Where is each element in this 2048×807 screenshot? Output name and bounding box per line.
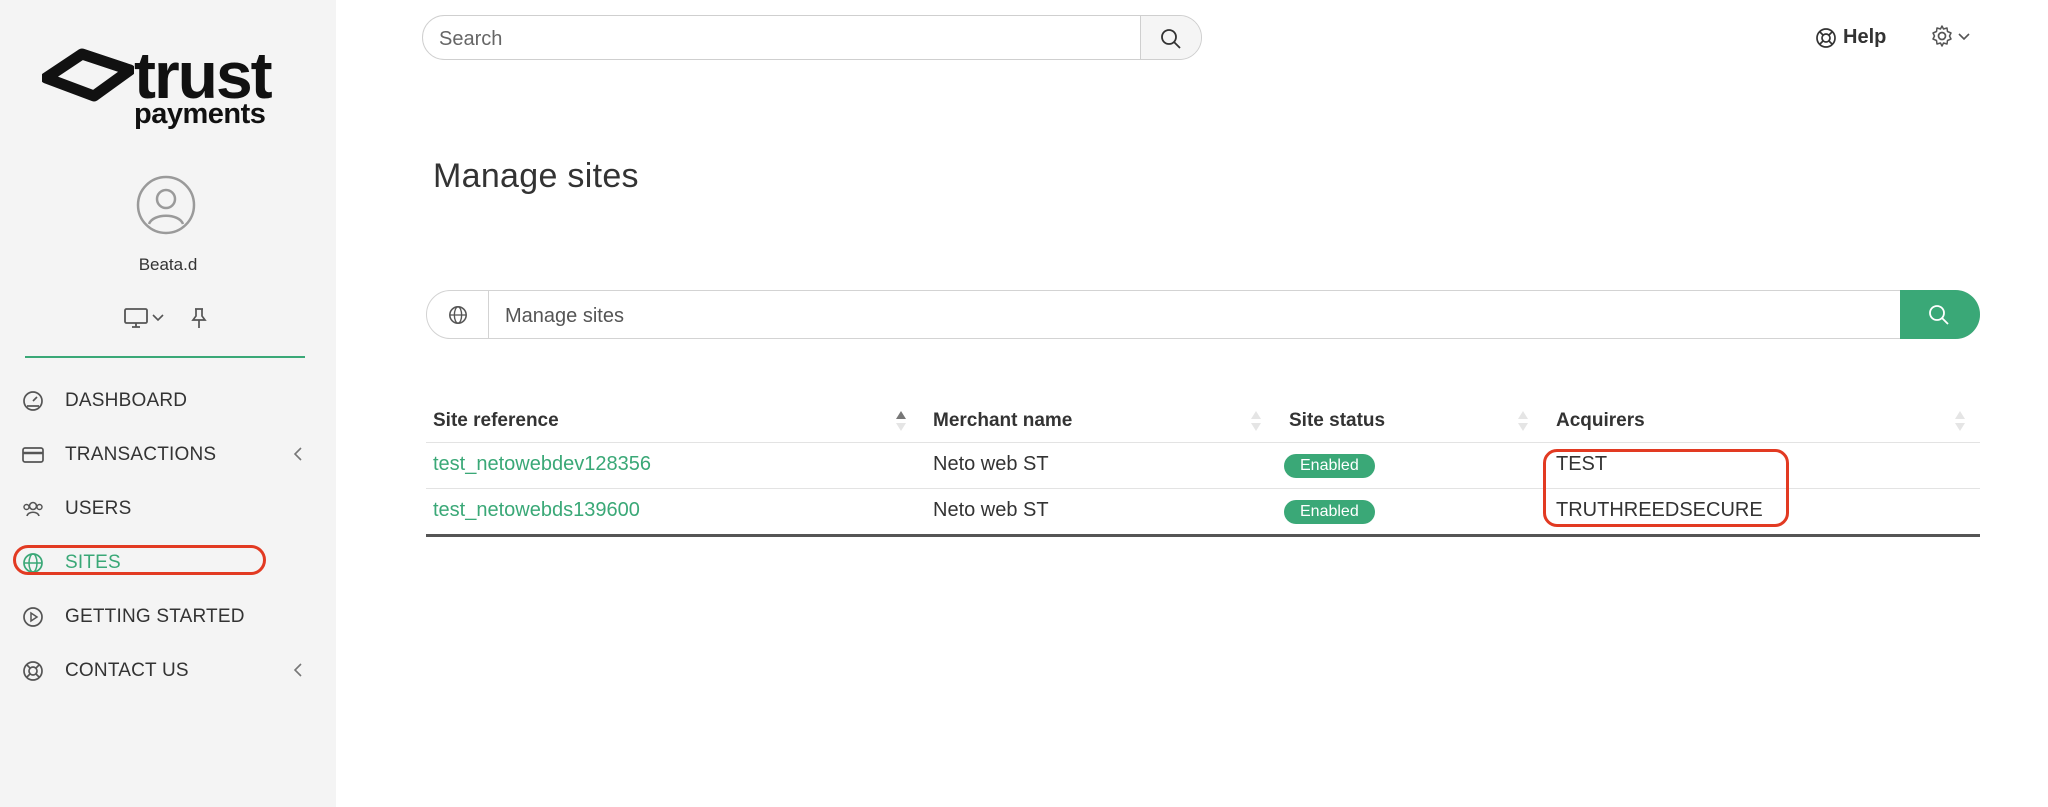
- brand-sub: payments: [134, 98, 266, 130]
- sidebar-item-label: GETTING STARTED: [65, 606, 245, 627]
- gauge-icon: [23, 391, 43, 411]
- sidebar-item-label: TRANSACTIONS: [65, 444, 217, 465]
- column-header-site-reference[interactable]: Site reference: [433, 410, 559, 432]
- status-badge: Enabled: [1284, 454, 1375, 478]
- sidebar-item-getting-started[interactable]: GETTING STARTED: [0, 596, 336, 636]
- sites-filter: [426, 290, 1980, 339]
- globe-button[interactable]: [427, 291, 489, 338]
- search-icon: [1161, 29, 1181, 49]
- sidebar-item-contact-us[interactable]: CONTACT US: [0, 650, 336, 690]
- logo-mark-icon: [42, 48, 134, 102]
- column-header-merchant-name[interactable]: Merchant name: [933, 410, 1072, 432]
- chevron-left-icon[interactable]: [293, 663, 303, 677]
- trust-payments-logo[interactable]: trust payments: [42, 42, 292, 132]
- pin-icon[interactable]: [190, 307, 208, 329]
- user-name: Beata.d: [138, 255, 198, 274]
- sites-highlight-annotation: [13, 545, 266, 575]
- table-header: Site reference Merchant name Site status…: [426, 400, 1980, 443]
- sidebar-item-users[interactable]: USERS: [0, 488, 336, 528]
- sidebar-item-label: CONTACT US: [65, 660, 189, 681]
- status-badge: Enabled: [1284, 500, 1375, 524]
- sidebar-item-transactions[interactable]: TRANSACTIONS: [0, 434, 336, 474]
- help-label: Help: [1843, 26, 1887, 48]
- column-header-site-status[interactable]: Site status: [1289, 410, 1385, 432]
- sites-search-button[interactable]: [1900, 290, 1980, 339]
- sidebar-item-label: DASHBOARD: [65, 390, 188, 411]
- gear-icon: [1932, 25, 1952, 47]
- chevron-down-icon: [1958, 33, 1970, 41]
- page-title: Manage sites: [433, 157, 639, 195]
- monitor-icon[interactable]: [124, 307, 150, 329]
- sort-icon[interactable]: [1953, 408, 1967, 434]
- site-reference-link[interactable]: test_netowebdev128356: [433, 453, 651, 476]
- chevron-down-icon[interactable]: [152, 313, 164, 323]
- site-reference-link[interactable]: test_netowebds139600: [433, 499, 640, 522]
- globe-icon: [449, 306, 467, 324]
- merchant-name: Neto web ST: [933, 453, 1049, 475]
- sort-icon[interactable]: [1516, 408, 1530, 434]
- acquirers-highlight-annotation: [1543, 449, 1789, 527]
- sort-icon[interactable]: [1249, 408, 1263, 434]
- sort-ascending-icon[interactable]: [894, 408, 908, 434]
- sidebar-item-label: USERS: [65, 498, 132, 519]
- lifebuoy-icon: [1816, 28, 1836, 48]
- search-input[interactable]: [437, 24, 1121, 54]
- merchant-name: Neto web ST: [933, 499, 1049, 521]
- sidebar-divider: [25, 356, 305, 358]
- sidebar-item-dashboard[interactable]: DASHBOARD: [0, 380, 336, 420]
- column-header-acquirers[interactable]: Acquirers: [1556, 410, 1645, 432]
- user-avatar-icon[interactable]: [136, 175, 196, 235]
- global-search: [422, 15, 1202, 60]
- search-icon: [1929, 305, 1949, 325]
- play-circle-icon: [23, 607, 43, 627]
- credit-card-icon: [22, 447, 44, 463]
- users-icon: [23, 501, 43, 517]
- sidebar: trust payments Beata.d DASHBOARD TRANSAC…: [0, 0, 336, 807]
- chevron-left-icon[interactable]: [293, 447, 303, 461]
- lifebuoy-icon: [23, 661, 43, 681]
- sites-filter-input[interactable]: [503, 301, 1807, 331]
- search-button[interactable]: [1140, 16, 1201, 59]
